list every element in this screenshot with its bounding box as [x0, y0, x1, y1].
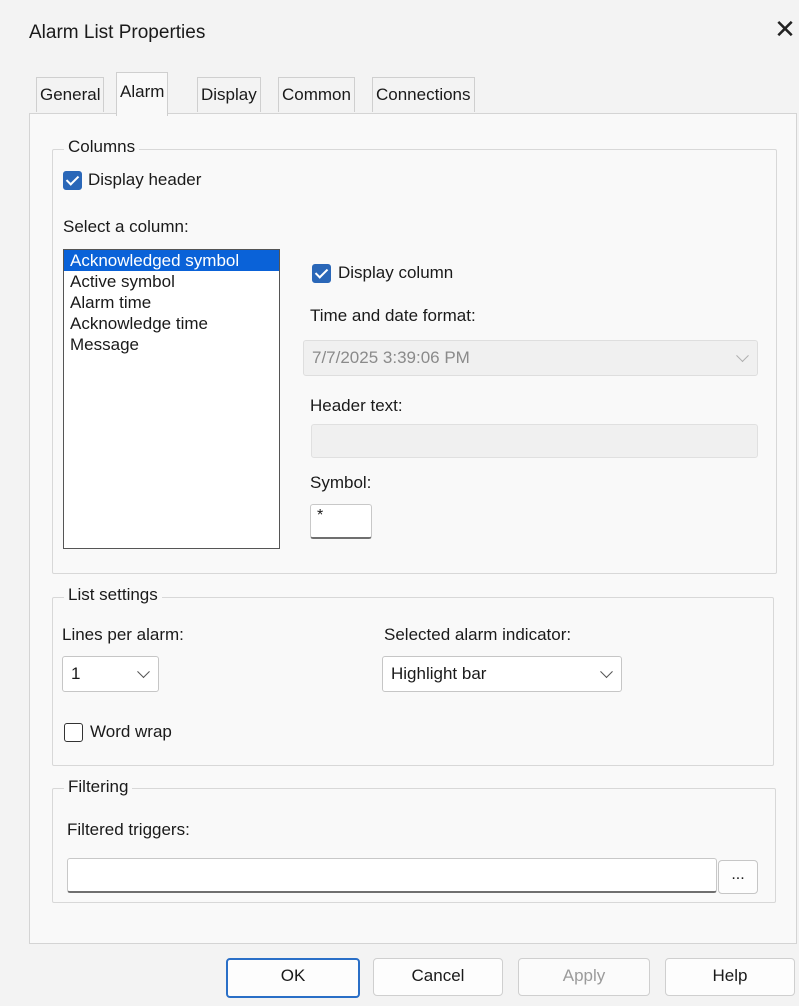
tab-connections[interactable]: Connections	[372, 77, 475, 112]
list-item[interactable]: Acknowledge time	[64, 313, 279, 334]
list-item[interactable]: Acknowledged symbol	[64, 250, 279, 271]
time-date-format-select[interactable]: 7/7/2025 3:39:06 PM	[303, 340, 758, 376]
symbol-label: Symbol:	[310, 473, 372, 492]
selected-indicator-label: Selected alarm indicator:	[384, 625, 572, 644]
chevron-down-icon	[600, 665, 613, 679]
display-column-label: Display column	[338, 263, 454, 282]
tab-alarm[interactable]: Alarm	[116, 72, 169, 116]
ok-button[interactable]: OK	[226, 958, 360, 998]
display-header-checkbox[interactable]	[63, 171, 82, 190]
apply-button[interactable]: Apply	[518, 958, 650, 996]
lines-per-alarm-select[interactable]: 1	[62, 656, 159, 692]
columns-legend: Columns	[64, 137, 140, 157]
list-item[interactable]: Message	[64, 334, 279, 355]
display-column-checkbox[interactable]	[312, 264, 331, 283]
chevron-down-icon	[137, 665, 150, 679]
filtering-legend: Filtering	[64, 777, 133, 797]
symbol-input[interactable]: *	[310, 504, 372, 539]
time-date-format-value: 7/7/2025 3:39:06 PM	[312, 348, 470, 367]
symbol-value: *	[317, 507, 324, 524]
select-column-label: Select a column:	[63, 217, 189, 236]
word-wrap-label: Word wrap	[90, 722, 172, 741]
list-settings-legend: List settings	[64, 585, 162, 605]
tab-display[interactable]: Display	[197, 77, 261, 112]
filtered-triggers-label: Filtered triggers:	[67, 820, 190, 839]
column-listbox[interactable]: Acknowledged symbol Active symbol Alarm …	[63, 249, 280, 549]
close-icon[interactable]: ✕	[772, 14, 798, 44]
time-date-format-label: Time and date format:	[310, 306, 476, 325]
help-button[interactable]: Help	[665, 958, 795, 996]
dialog-title: Alarm List Properties	[29, 22, 206, 43]
tab-common[interactable]: Common	[278, 77, 355, 112]
lines-per-alarm-value: 1	[71, 664, 81, 683]
filtered-triggers-input[interactable]	[67, 858, 717, 893]
tab-general[interactable]: General	[36, 77, 105, 112]
list-item[interactable]: Active symbol	[64, 271, 279, 292]
browse-button[interactable]: ...	[718, 860, 758, 894]
header-text-label: Header text:	[310, 396, 403, 415]
selected-indicator-value: Highlight bar	[391, 664, 487, 683]
list-item[interactable]: Alarm time	[64, 292, 279, 313]
cancel-button[interactable]: Cancel	[373, 958, 503, 996]
chevron-down-icon	[736, 349, 749, 363]
display-header-label: Display header	[88, 170, 202, 189]
word-wrap-checkbox[interactable]	[64, 723, 83, 742]
selected-indicator-select[interactable]: Highlight bar	[382, 656, 622, 692]
header-text-input[interactable]	[311, 424, 758, 458]
lines-per-alarm-label: Lines per alarm:	[62, 625, 184, 644]
